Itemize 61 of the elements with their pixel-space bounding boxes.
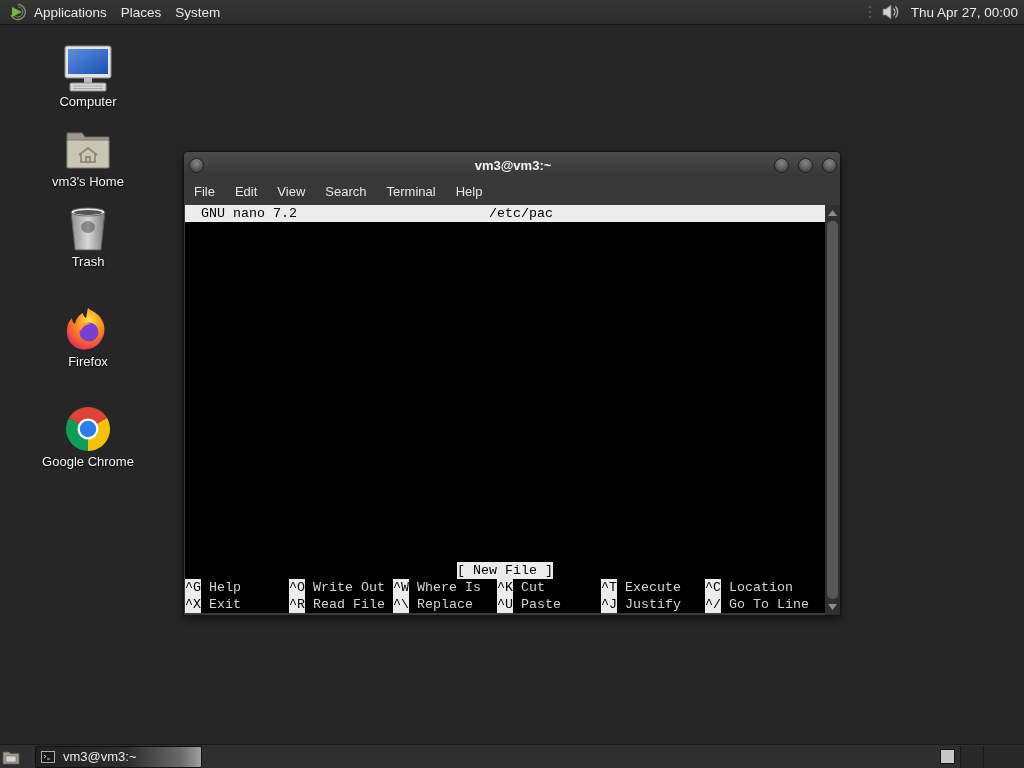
panel-menu[interactable]: Places bbox=[113, 1, 169, 23]
terminal-icon bbox=[41, 750, 55, 763]
speaker-icon[interactable] bbox=[879, 2, 900, 22]
swirl-logo-icon[interactable] bbox=[8, 2, 28, 22]
scrollbar-thumb[interactable] bbox=[827, 221, 838, 599]
scrollbar[interactable] bbox=[825, 205, 840, 615]
file-name-text: /etc/pac bbox=[489, 205, 553, 222]
menu-item[interactable]: Help bbox=[445, 179, 493, 203]
status-message: [ New File ] bbox=[457, 562, 553, 579]
menu-item[interactable]: File bbox=[184, 179, 225, 203]
shortcut-key: ^R bbox=[289, 596, 305, 613]
menu-item[interactable]: Search bbox=[315, 179, 377, 203]
desktop-icon-label[interactable]: Computer bbox=[59, 94, 117, 109]
drag-handle-icon[interactable] bbox=[867, 4, 872, 20]
shortcut-label: Cut bbox=[521, 579, 545, 596]
shortcut-label: Go To Line bbox=[729, 596, 809, 613]
window-title: vm3@vm3:~ bbox=[474, 157, 552, 173]
window-menu-button[interactable] bbox=[189, 157, 204, 173]
shortcut-label: Read File bbox=[313, 596, 385, 613]
shortcut-label: Write Out bbox=[313, 579, 385, 596]
desktop-icon-label[interactable]: Firefox bbox=[68, 354, 108, 369]
shortcut-key: ^T bbox=[601, 579, 617, 596]
menu-item[interactable]: Terminal bbox=[376, 179, 446, 203]
maximize-button[interactable] bbox=[798, 157, 813, 173]
close-button[interactable] bbox=[822, 157, 837, 173]
segmented-ring-icon[interactable] bbox=[64, 405, 112, 453]
shortcut-key: ^\ bbox=[393, 596, 409, 613]
panel-menu[interactable]: System bbox=[168, 1, 228, 23]
down-arrow-icon[interactable] bbox=[828, 604, 837, 610]
shortcut-label: Justify bbox=[625, 596, 681, 613]
shortcut-label: Paste bbox=[521, 596, 561, 613]
shortcut-key: ^W bbox=[393, 579, 409, 596]
desktop-icon-label[interactable]: Trash bbox=[71, 254, 105, 269]
shortcut-label: Replace bbox=[417, 596, 473, 613]
shortcut-key: ^U bbox=[497, 596, 513, 613]
minimize-button[interactable] bbox=[774, 157, 789, 173]
panel-menu[interactable]: Applications bbox=[27, 1, 114, 23]
menu-item[interactable]: Edit bbox=[224, 179, 268, 203]
up-arrow-icon[interactable] bbox=[828, 210, 837, 216]
workspace-icon[interactable] bbox=[940, 749, 955, 764]
shortcut-label: Exit bbox=[209, 596, 241, 613]
shortcut-label: Execute bbox=[625, 579, 681, 596]
shortcut-key: ^/ bbox=[705, 596, 721, 613]
taskbar-button[interactable]: vm3@vm3:~ bbox=[35, 745, 202, 768]
shortcut-key: ^G bbox=[185, 579, 201, 596]
desktop-icon-label[interactable]: vm3's Home bbox=[52, 174, 124, 189]
monitor-icon[interactable] bbox=[64, 45, 112, 93]
nano-version-text: GNU nano 7.2 bbox=[201, 205, 297, 222]
terminal-screen[interactable]: GNU nano 7.2 /etc/pac [ New File ] ^G Help ^O Write Out ^W Where Is ^K Cut ^T Execute ^C Location ^X Exit ^R Read File ^\ Replace ^U Paste ^J Justify ^/ Go To Line bbox=[185, 205, 825, 613]
shortcut-key: ^O bbox=[289, 579, 305, 596]
shortcut-key: ^K bbox=[497, 579, 513, 596]
clock[interactable]: Thu Apr 27, 00:00 bbox=[899, 4, 1022, 20]
shortcut-key: ^X bbox=[185, 596, 201, 613]
menu-item[interactable]: View bbox=[267, 179, 316, 203]
desktop-icon[interactable] bbox=[2, 748, 20, 765]
desktop-icon-label[interactable]: Google Chrome bbox=[42, 454, 134, 469]
shortcut-label: Where Is bbox=[417, 579, 481, 596]
shortcut-key: ^C bbox=[705, 579, 721, 596]
shortcut-key: ^J bbox=[601, 596, 617, 613]
shortcut-label: Help bbox=[209, 579, 241, 596]
shortcut-label: Location bbox=[729, 579, 793, 596]
